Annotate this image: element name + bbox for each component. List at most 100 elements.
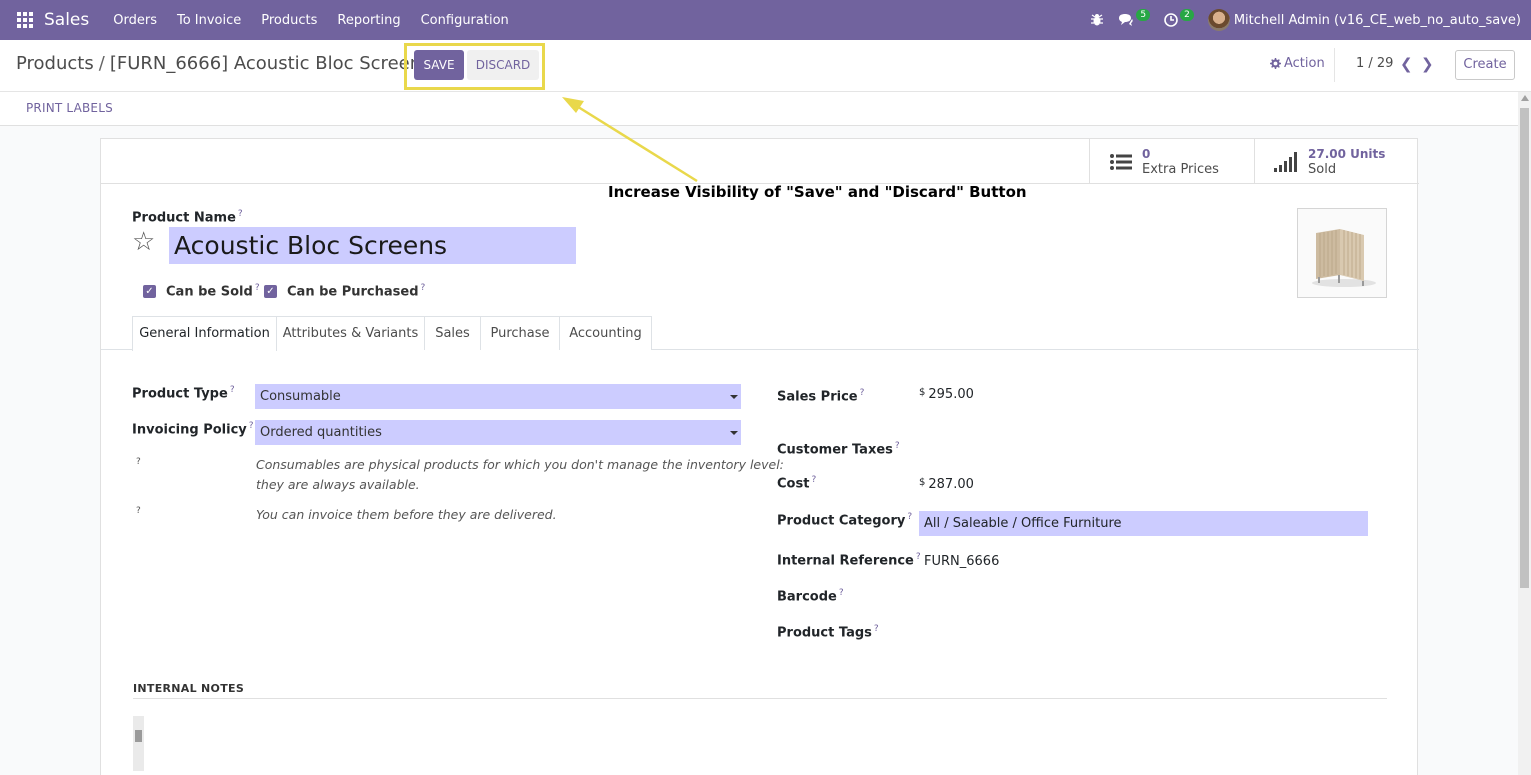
gear-icon bbox=[1270, 58, 1281, 69]
breadcrumb-products-link[interactable]: Products bbox=[16, 53, 94, 74]
help-question-mark: ? bbox=[136, 457, 141, 467]
tab-sales[interactable]: Sales bbox=[425, 316, 481, 350]
list-icon bbox=[1110, 153, 1132, 170]
can-be-sold-label: Can be Sold? bbox=[166, 283, 260, 299]
product-tags-label-text: Product Tags bbox=[777, 625, 872, 641]
tab-accounting[interactable]: Accounting bbox=[560, 316, 652, 350]
top-navbar: Sales Orders To Invoice Products Reporti… bbox=[0, 0, 1531, 40]
product-tags-label: Product Tags? bbox=[777, 624, 879, 640]
user-name: Mitchell Admin (v16_CE_web_no_auto_save) bbox=[1233, 12, 1521, 28]
product-type-help-line1: Consumables are physical products for wh… bbox=[256, 457, 784, 472]
internal-reference-input[interactable]: FURN_6666 bbox=[924, 554, 999, 569]
help-tooltip-icon[interactable]: ? bbox=[874, 624, 879, 634]
help-tooltip-icon[interactable]: ? bbox=[255, 283, 260, 293]
activity-clock-icon[interactable]: 2 bbox=[1164, 9, 1194, 27]
can-be-sold-checkbox[interactable]: ✓ bbox=[143, 285, 156, 298]
product-type-value: Consumable bbox=[260, 389, 341, 404]
customer-taxes-label: Customer Taxes? bbox=[777, 441, 900, 457]
create-button[interactable]: Create bbox=[1455, 50, 1515, 80]
help-tooltip-icon[interactable]: ? bbox=[811, 475, 816, 485]
cost-field[interactable]: $287.00 bbox=[919, 477, 974, 492]
cost-label-text: Cost bbox=[777, 476, 810, 492]
invoicing-policy-label: Invoicing Policy? bbox=[132, 421, 254, 437]
pager-value[interactable]: 1 / 29 bbox=[1356, 56, 1393, 71]
cost-value: 287.00 bbox=[928, 477, 974, 492]
help-tooltip-icon[interactable]: ? bbox=[230, 385, 235, 395]
help-tooltip-icon[interactable]: ? bbox=[238, 209, 243, 219]
menu-products[interactable]: Products bbox=[251, 13, 327, 28]
print-labels-button[interactable]: PRINT LABELS bbox=[26, 101, 113, 115]
chevron-left-icon[interactable]: ❮ bbox=[1400, 55, 1413, 73]
help-tooltip-icon[interactable]: ? bbox=[249, 421, 254, 431]
internal-reference-label: Internal Reference? bbox=[777, 552, 921, 568]
tab-general-information[interactable]: General Information bbox=[132, 316, 277, 351]
caret-down-icon bbox=[730, 395, 738, 399]
help-tooltip-icon[interactable]: ? bbox=[421, 283, 426, 293]
form-statusbar: PRINT LABELS bbox=[0, 92, 1518, 126]
control-panel-divider bbox=[1334, 48, 1335, 82]
product-type-label: Product Type? bbox=[132, 385, 235, 401]
extra-prices-label: Extra Prices bbox=[1142, 161, 1219, 177]
product-image[interactable] bbox=[1297, 208, 1387, 298]
invoicing-policy-select[interactable]: Ordered quantities bbox=[255, 420, 741, 445]
units-sold-value: 27.00 Units bbox=[1308, 146, 1386, 161]
units-sold-button[interactable]: 27.00 Units Sold bbox=[1254, 139, 1419, 184]
action-button[interactable]: Action bbox=[1270, 56, 1325, 71]
menu-reporting[interactable]: Reporting bbox=[327, 13, 410, 28]
scrollbar-thumb[interactable] bbox=[135, 730, 142, 742]
notebook-tabs: General Information Attributes & Variant… bbox=[101, 316, 1419, 351]
product-type-help-line2: they are always available. bbox=[256, 477, 420, 492]
scroll-up-arrow-icon[interactable] bbox=[1521, 95, 1529, 101]
invoicing-policy-value: Ordered quantities bbox=[260, 425, 382, 440]
menu-configuration[interactable]: Configuration bbox=[411, 13, 519, 28]
help-tooltip-icon[interactable]: ? bbox=[860, 388, 865, 398]
signal-bars-icon bbox=[1274, 151, 1297, 172]
star-icon[interactable]: ☆ bbox=[132, 227, 155, 257]
apps-grid-icon[interactable] bbox=[17, 12, 33, 28]
sales-price-field[interactable]: $295.00 bbox=[919, 387, 974, 402]
internal-reference-label-text: Internal Reference bbox=[777, 553, 914, 569]
messages-badge: 5 bbox=[1136, 9, 1151, 21]
product-type-select[interactable]: Consumable bbox=[255, 384, 741, 409]
menu-orders[interactable]: Orders bbox=[103, 13, 167, 28]
form-sheet: 0 Extra Prices 27.00 Units Sold Product … bbox=[100, 138, 1419, 775]
extra-prices-value: 0 bbox=[1142, 146, 1151, 161]
control-panel: Products / [FURN_6666] Acoustic Bloc Scree… bbox=[0, 40, 1531, 92]
help-tooltip-icon[interactable]: ? bbox=[916, 552, 921, 562]
menu-to-invoice[interactable]: To Invoice bbox=[167, 13, 251, 28]
extra-prices-button[interactable]: 0 Extra Prices bbox=[1089, 139, 1254, 184]
debug-bug-icon[interactable] bbox=[1090, 13, 1104, 27]
can-be-purchased-label: Can be Purchased? bbox=[287, 283, 425, 299]
product-type-help: Consumables are physical products for wh… bbox=[256, 455, 784, 495]
help-tooltip-icon[interactable]: ? bbox=[907, 512, 912, 522]
user-menu[interactable]: Mitchell Admin (v16_CE_web_no_auto_save) bbox=[1207, 9, 1521, 31]
product-category-input[interactable]: All / Saleable / Office Furniture bbox=[919, 511, 1368, 536]
scrollbar-thumb[interactable] bbox=[1520, 108, 1529, 588]
internal-notes-divider bbox=[133, 698, 1387, 699]
cost-label: Cost? bbox=[777, 475, 816, 491]
product-name-label: Product Name? bbox=[132, 209, 243, 225]
save-button[interactable]: SAVE bbox=[414, 50, 464, 80]
can-be-purchased-checkbox[interactable]: ✓ bbox=[264, 285, 277, 298]
barcode-label: Barcode? bbox=[777, 588, 844, 604]
invoicing-policy-help: You can invoice them before they are del… bbox=[256, 507, 557, 522]
product-name-input[interactable]: Acoustic Bloc Screens bbox=[169, 227, 576, 264]
help-tooltip-icon[interactable]: ? bbox=[895, 441, 900, 451]
help-question-mark: ? bbox=[136, 506, 141, 516]
sales-price-label-text: Sales Price bbox=[777, 389, 858, 405]
tab-purchase[interactable]: Purchase bbox=[481, 316, 560, 350]
help-tooltip-icon[interactable]: ? bbox=[839, 588, 844, 598]
messages-icon[interactable]: 5 bbox=[1118, 9, 1151, 27]
annotation-text: Increase Visibility of "Save" and "Disca… bbox=[608, 183, 1027, 201]
app-name[interactable]: Sales bbox=[44, 10, 89, 30]
customer-taxes-label-text: Customer Taxes bbox=[777, 442, 893, 458]
page-scrollbar[interactable] bbox=[1518, 92, 1531, 775]
tab-attributes-variants[interactable]: Attributes & Variants bbox=[277, 316, 425, 350]
discard-button[interactable]: DISCARD bbox=[467, 50, 539, 80]
avatar bbox=[1207, 9, 1230, 31]
internal-notes-scrollbar[interactable] bbox=[133, 716, 144, 771]
navbar-systray: 5 2 Mitchell Admin (v16_CE_web_no_auto_s… bbox=[1090, 0, 1521, 40]
smart-button-box: 0 Extra Prices 27.00 Units Sold bbox=[101, 139, 1419, 184]
chevron-right-icon[interactable]: ❯ bbox=[1421, 55, 1434, 73]
units-sold-label: Sold bbox=[1308, 161, 1337, 177]
